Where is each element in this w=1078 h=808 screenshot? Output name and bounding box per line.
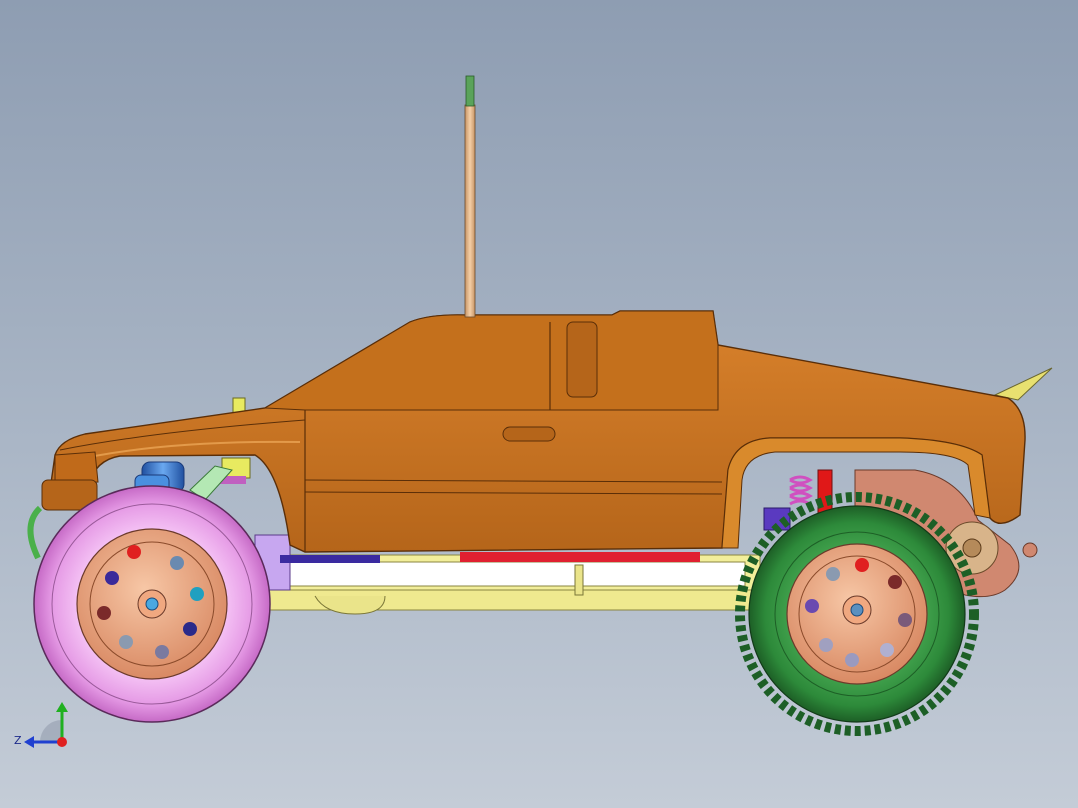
front-wheel[interactable] (33, 485, 271, 723)
rear-wing[interactable] (993, 367, 1053, 401)
antenna[interactable] (464, 75, 476, 318)
x-axis-dot (57, 737, 67, 747)
model-rc-truck[interactable] (0, 0, 1078, 808)
axis-triad-icon: Z (14, 702, 68, 748)
z-axis-label: Z (14, 734, 22, 747)
cad-viewport[interactable]: Z (0, 0, 1078, 808)
rear-wheel[interactable] (735, 492, 979, 736)
